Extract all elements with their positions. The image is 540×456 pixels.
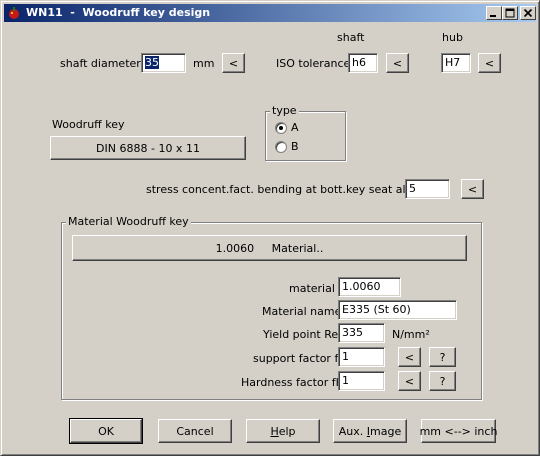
minimize-icon	[490, 15, 496, 17]
support-factor-label: support factor fS	[253, 352, 346, 365]
shaft-diameter-select-button[interactable]: <	[222, 53, 245, 73]
shaft-tolerance-button[interactable]: <	[386, 53, 409, 73]
hardness-factor-label: Hardness factor fH	[241, 376, 344, 389]
help-button[interactable]: Help	[246, 419, 320, 443]
radio-selected-dot	[279, 126, 283, 130]
material-name-input[interactable]: E335 (St 60)	[338, 300, 457, 320]
stress-concentration-input[interactable]: 5	[405, 179, 450, 199]
material-select-button[interactable]: 1.0060 Material..	[72, 235, 467, 261]
help-label-post: elp	[278, 424, 296, 438]
close-icon	[523, 8, 533, 18]
type-b-label[interactable]: B	[291, 140, 299, 154]
type-group: type	[265, 104, 346, 161]
close-button[interactable]	[520, 6, 536, 20]
material-no-input[interactable]: 1.0060	[338, 277, 401, 297]
shaft-column-header: shaft	[337, 31, 365, 44]
support-factor-input[interactable]: 1	[338, 347, 385, 367]
aux-label-pre: Aux.	[338, 424, 367, 438]
support-factor-help-button[interactable]: ?	[429, 347, 456, 367]
shaft-diameter-label: shaft diameter d	[60, 57, 152, 70]
type-a-radio[interactable]	[275, 122, 287, 134]
yield-point-input[interactable]: 335	[338, 323, 385, 343]
shaft-diameter-value: 35	[145, 56, 159, 69]
type-b-radio[interactable]	[275, 141, 287, 153]
app-icon	[9, 7, 19, 19]
window-title: WN11 - Woodruff key design	[26, 6, 211, 19]
minimize-button[interactable]	[486, 6, 502, 20]
hub-column-header: hub	[442, 31, 463, 44]
type-a-label[interactable]: A	[291, 121, 299, 135]
hub-tolerance-button[interactable]: <	[478, 53, 501, 73]
aux-image-button[interactable]: Aux. Image	[333, 419, 407, 443]
stress-concentration-button[interactable]: <	[461, 179, 484, 199]
main-window: WN11 - Woodruff key design shaft diamete…	[0, 0, 540, 456]
cancel-button[interactable]: Cancel	[158, 419, 232, 443]
yield-point-label: Yield point Re	[263, 328, 339, 341]
hardness-factor-input[interactable]: 1	[338, 371, 385, 391]
support-factor-button[interactable]: <	[398, 347, 421, 367]
hardness-factor-help-button[interactable]: ?	[429, 371, 456, 391]
type-group-legend: type	[270, 104, 299, 118]
ok-button[interactable]: OK	[69, 418, 143, 444]
woodruff-key-label: Woodruff key	[52, 118, 125, 131]
help-label-mnemonic: H	[270, 424, 279, 438]
shaft-diameter-unit: mm	[193, 57, 215, 70]
hardness-factor-button[interactable]: <	[398, 371, 421, 391]
title-bar[interactable]: WN11 - Woodruff key design	[4, 4, 536, 22]
units-toggle-button[interactable]: mm <--> inch	[420, 419, 497, 443]
hub-tolerance-input[interactable]: H7	[441, 53, 471, 73]
material-group-legend: Material Woodruff key	[66, 215, 191, 229]
woodruff-key-select-button[interactable]: DIN 6888 - 10 x 11	[50, 136, 246, 160]
shaft-diameter-input[interactable]: 35	[141, 53, 186, 73]
shaft-tolerance-input[interactable]: h6	[348, 53, 378, 73]
maximize-icon	[505, 8, 515, 18]
stress-concentration-label: stress concent.fact. bending at bott.key…	[146, 183, 444, 196]
yield-point-unit: N/mm²	[392, 328, 430, 341]
iso-tolerance-label: ISO tolerance	[276, 57, 351, 70]
aux-label-post: mage	[370, 424, 402, 438]
maximize-button[interactable]	[502, 6, 518, 20]
material-name-label: Material name	[262, 305, 342, 318]
